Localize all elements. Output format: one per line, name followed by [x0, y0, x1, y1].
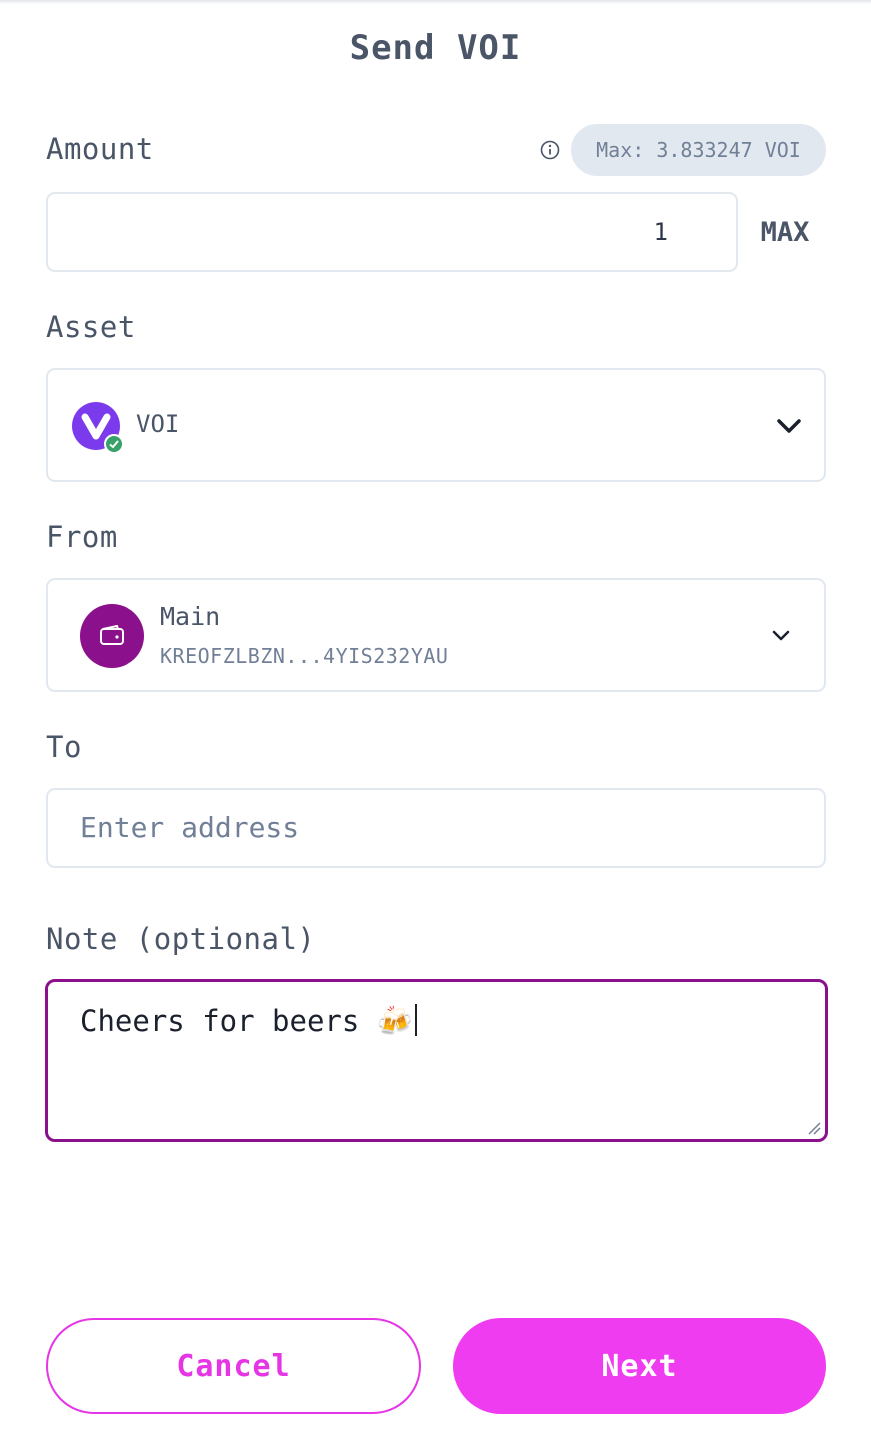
amount-input[interactable]: 1	[46, 192, 738, 272]
asset-label: Asset	[46, 310, 136, 344]
amount-label: Amount	[46, 132, 154, 166]
account-address: KREOFZLBZN...4YIS232YAU	[160, 644, 449, 668]
note-text: Cheers for beers 🍻	[80, 1004, 413, 1038]
to-label: To	[46, 730, 82, 764]
chevron-down-icon	[772, 630, 790, 641]
asset-selected-value: VOI	[136, 410, 180, 438]
resize-handle-icon[interactable]	[807, 1121, 821, 1135]
note-label: Note (optional)	[46, 922, 316, 956]
account-name: Main	[160, 602, 221, 631]
next-button[interactable]: Next	[453, 1318, 826, 1414]
chevron-down-icon	[777, 419, 801, 433]
verified-check-icon	[104, 434, 124, 454]
cancel-button[interactable]: Cancel	[46, 1318, 421, 1414]
max-balance-badge: Max: 3.833247 VOI	[571, 124, 826, 176]
note-textarea[interactable]: Cheers for beers 🍻	[45, 979, 828, 1142]
top-divider	[0, 0, 871, 4]
max-button[interactable]: MAX	[745, 212, 825, 252]
info-icon[interactable]	[540, 140, 560, 160]
to-address-input[interactable]: Enter address	[46, 788, 826, 868]
page-title: Send VOI	[349, 28, 522, 68]
asset-select[interactable]: VOI	[46, 368, 826, 482]
text-cursor	[414, 1004, 417, 1036]
wallet-icon	[80, 604, 144, 668]
from-label: From	[46, 520, 118, 554]
from-account-select[interactable]: Main KREOFZLBZN...4YIS232YAU	[46, 578, 826, 692]
